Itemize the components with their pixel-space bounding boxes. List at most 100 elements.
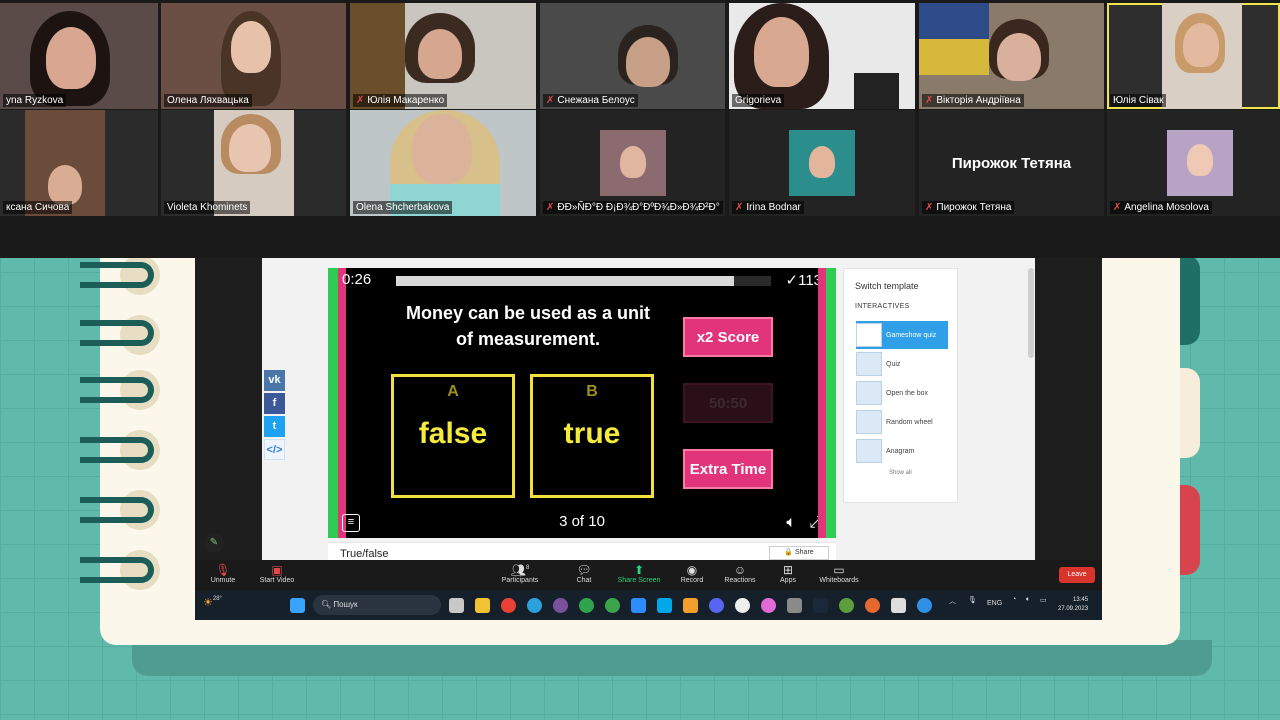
participant-tile[interactable]: ✗ Вікторія Андріївна	[919, 3, 1104, 109]
template-open-the-box[interactable]: Open the box	[856, 379, 948, 407]
windows-start-icon[interactable]	[290, 598, 305, 613]
participant-tile[interactable]: Violeta Khominets	[161, 110, 346, 216]
app-icon[interactable]	[865, 598, 880, 613]
participant-tile[interactable]: ✗ Снежана Белоус	[540, 3, 725, 109]
app-icon[interactable]	[891, 598, 906, 613]
participant-tile[interactable]: ✗ Юлія Макаренко	[350, 3, 536, 109]
participant-tile[interactable]: ✗ Irina Bodnar	[729, 110, 915, 216]
leave-button[interactable]: Leave	[1059, 567, 1095, 583]
battery-icon[interactable]: ▭	[1040, 596, 1047, 604]
language-indicator[interactable]: ENG	[987, 600, 1002, 607]
app-icon[interactable]	[787, 598, 802, 613]
participant-gallery: yna Ryzkova Олена Ляхвацька ✗ Юлія Макаре…	[0, 0, 1280, 258]
fifty-fifty-button[interactable]: 50:50	[683, 383, 773, 423]
template-gameshow-quiz[interactable]: Gameshow quiz	[856, 321, 948, 349]
participant-face	[48, 165, 82, 205]
participant-tile[interactable]: ✗ ÐÐ»ÑÐ°Ð Ð¡Ð¾Ð°ÐºÐ¾Ð»Ð¾Ð²Ð°	[540, 110, 725, 216]
activity-type-label: True/false	[340, 548, 389, 560]
participant-tile[interactable]: Олена Ляхвацька	[161, 3, 346, 109]
microphone-icon[interactable]: 🎙︎	[968, 596, 977, 604]
chat-button[interactable]: 💬︎ Chat	[570, 563, 598, 584]
facebook-share-icon[interactable]: f	[264, 393, 285, 414]
app-icon[interactable]	[605, 598, 620, 613]
taskbar-search[interactable]: 🔍︎ Пошук	[313, 595, 441, 615]
flag-blue	[919, 3, 989, 39]
flag-yellow	[919, 39, 989, 75]
whiteboard-icon: ▭	[833, 563, 845, 577]
reactions-button[interactable]: ☺ Reactions	[722, 563, 758, 584]
participant-tile[interactable]: Olena Shcherbakova	[350, 110, 536, 216]
share-button[interactable]: 🔒 Share	[769, 546, 829, 560]
chrome-icon[interactable]	[501, 598, 516, 613]
template-anagram[interactable]: Anagram	[856, 437, 948, 465]
participant-tile[interactable]: ксана Сичова	[0, 110, 158, 216]
twitter-share-icon[interactable]: t	[264, 416, 285, 437]
mic-off-icon: 🎙︎	[215, 563, 231, 577]
vk-share-icon[interactable]: vk	[264, 370, 285, 391]
telegram-icon[interactable]	[527, 598, 542, 613]
share-border-right	[1035, 258, 1102, 560]
participants-button[interactable]: 👥︎8 Participants	[498, 563, 542, 584]
app-icon[interactable]	[839, 598, 854, 613]
start-video-button[interactable]: ▣ Start Video	[257, 563, 297, 584]
extra-time-button[interactable]: Extra Time	[683, 449, 773, 489]
activity-type-bar: True/false	[328, 542, 836, 560]
taskbar-clock[interactable]: 13:45 27.09.2023	[1058, 596, 1088, 614]
participant-tile[interactable]: ✗ Angelina Mosolova	[1107, 110, 1280, 216]
participant-tile[interactable]: yna Ryzkova	[0, 3, 158, 109]
apps-button[interactable]: ⊞ Apps	[776, 563, 800, 584]
mic-off-icon: ✗	[735, 202, 744, 213]
weather-temp: 28°	[212, 596, 222, 602]
answer-text: false	[418, 417, 488, 450]
participant-name: Юлія Сівак	[1110, 94, 1167, 107]
gameshow-quiz: 0:26 ✓113 Money can be used as a unit of…	[328, 268, 836, 538]
x2-score-button[interactable]: x2 Score	[683, 317, 773, 357]
app-icon[interactable]	[735, 598, 750, 613]
unmute-button[interactable]: 🎙︎ Unmute	[207, 563, 239, 584]
template-random-wheel[interactable]: Random wheel	[856, 408, 948, 436]
app-icon[interactable]	[761, 598, 776, 613]
participant-tile[interactable]: Grigorieva	[729, 3, 915, 109]
participant-tile[interactable]: Пирожок Тетяна ✗ Пирожок Тетяна	[919, 110, 1104, 216]
skype-icon[interactable]	[657, 598, 672, 613]
viber-icon[interactable]	[553, 598, 568, 613]
toolbar-label: Chat	[576, 577, 592, 584]
volume-icon[interactable]: 🔈︎	[1026, 596, 1030, 604]
file-explorer-icon[interactable]	[475, 598, 490, 613]
participant-face	[229, 124, 271, 172]
task-view-icon[interactable]	[449, 598, 464, 613]
whiteboards-button[interactable]: ▭ Whiteboards	[817, 563, 861, 584]
answer-b[interactable]: B true	[530, 374, 654, 498]
template-thumbnail	[856, 323, 882, 347]
participants-count: 8	[525, 565, 530, 571]
participant-face	[809, 146, 835, 178]
pencil-icon[interactable]: ✎	[204, 533, 224, 553]
answer-a[interactable]: A false	[391, 374, 515, 498]
template-thumbnail	[856, 410, 882, 434]
network-icon[interactable]: ◔	[1012, 596, 1016, 603]
share-screen-button[interactable]: ⬆ Share Screen	[616, 563, 662, 584]
tray-chevron-icon[interactable]: ︿	[949, 596, 956, 606]
template-label: Gameshow quiz	[886, 331, 937, 339]
weather-widget[interactable]: ☀28°	[203, 596, 222, 609]
discord-icon[interactable]	[709, 598, 724, 613]
template-label: Quiz	[886, 360, 901, 368]
mic-off-icon: ✗	[546, 202, 555, 213]
mic-off-icon: ✗	[925, 202, 934, 213]
toolbar-label: Participants	[501, 577, 539, 584]
app-icon[interactable]	[579, 598, 594, 613]
page-scrollbar[interactable]	[1028, 268, 1034, 358]
embed-icon[interactable]: </>	[264, 439, 285, 460]
zoom-icon[interactable]	[631, 598, 646, 613]
speaker-icon[interactable]: 🔈︎	[786, 514, 796, 532]
record-button[interactable]: ◉ Record	[678, 563, 706, 584]
participant-tile-active-speaker[interactable]: Юлія Сівак	[1107, 3, 1280, 109]
app-icon[interactable]	[683, 598, 698, 613]
edge-icon[interactable]	[917, 598, 932, 613]
steam-icon[interactable]	[813, 598, 828, 613]
show-all-link[interactable]: Show all	[889, 470, 912, 476]
template-quiz[interactable]: Quiz	[856, 350, 948, 378]
participant-face	[620, 146, 646, 178]
fullscreen-icon[interactable]: ⤢	[809, 514, 822, 532]
participant-face	[626, 37, 670, 87]
